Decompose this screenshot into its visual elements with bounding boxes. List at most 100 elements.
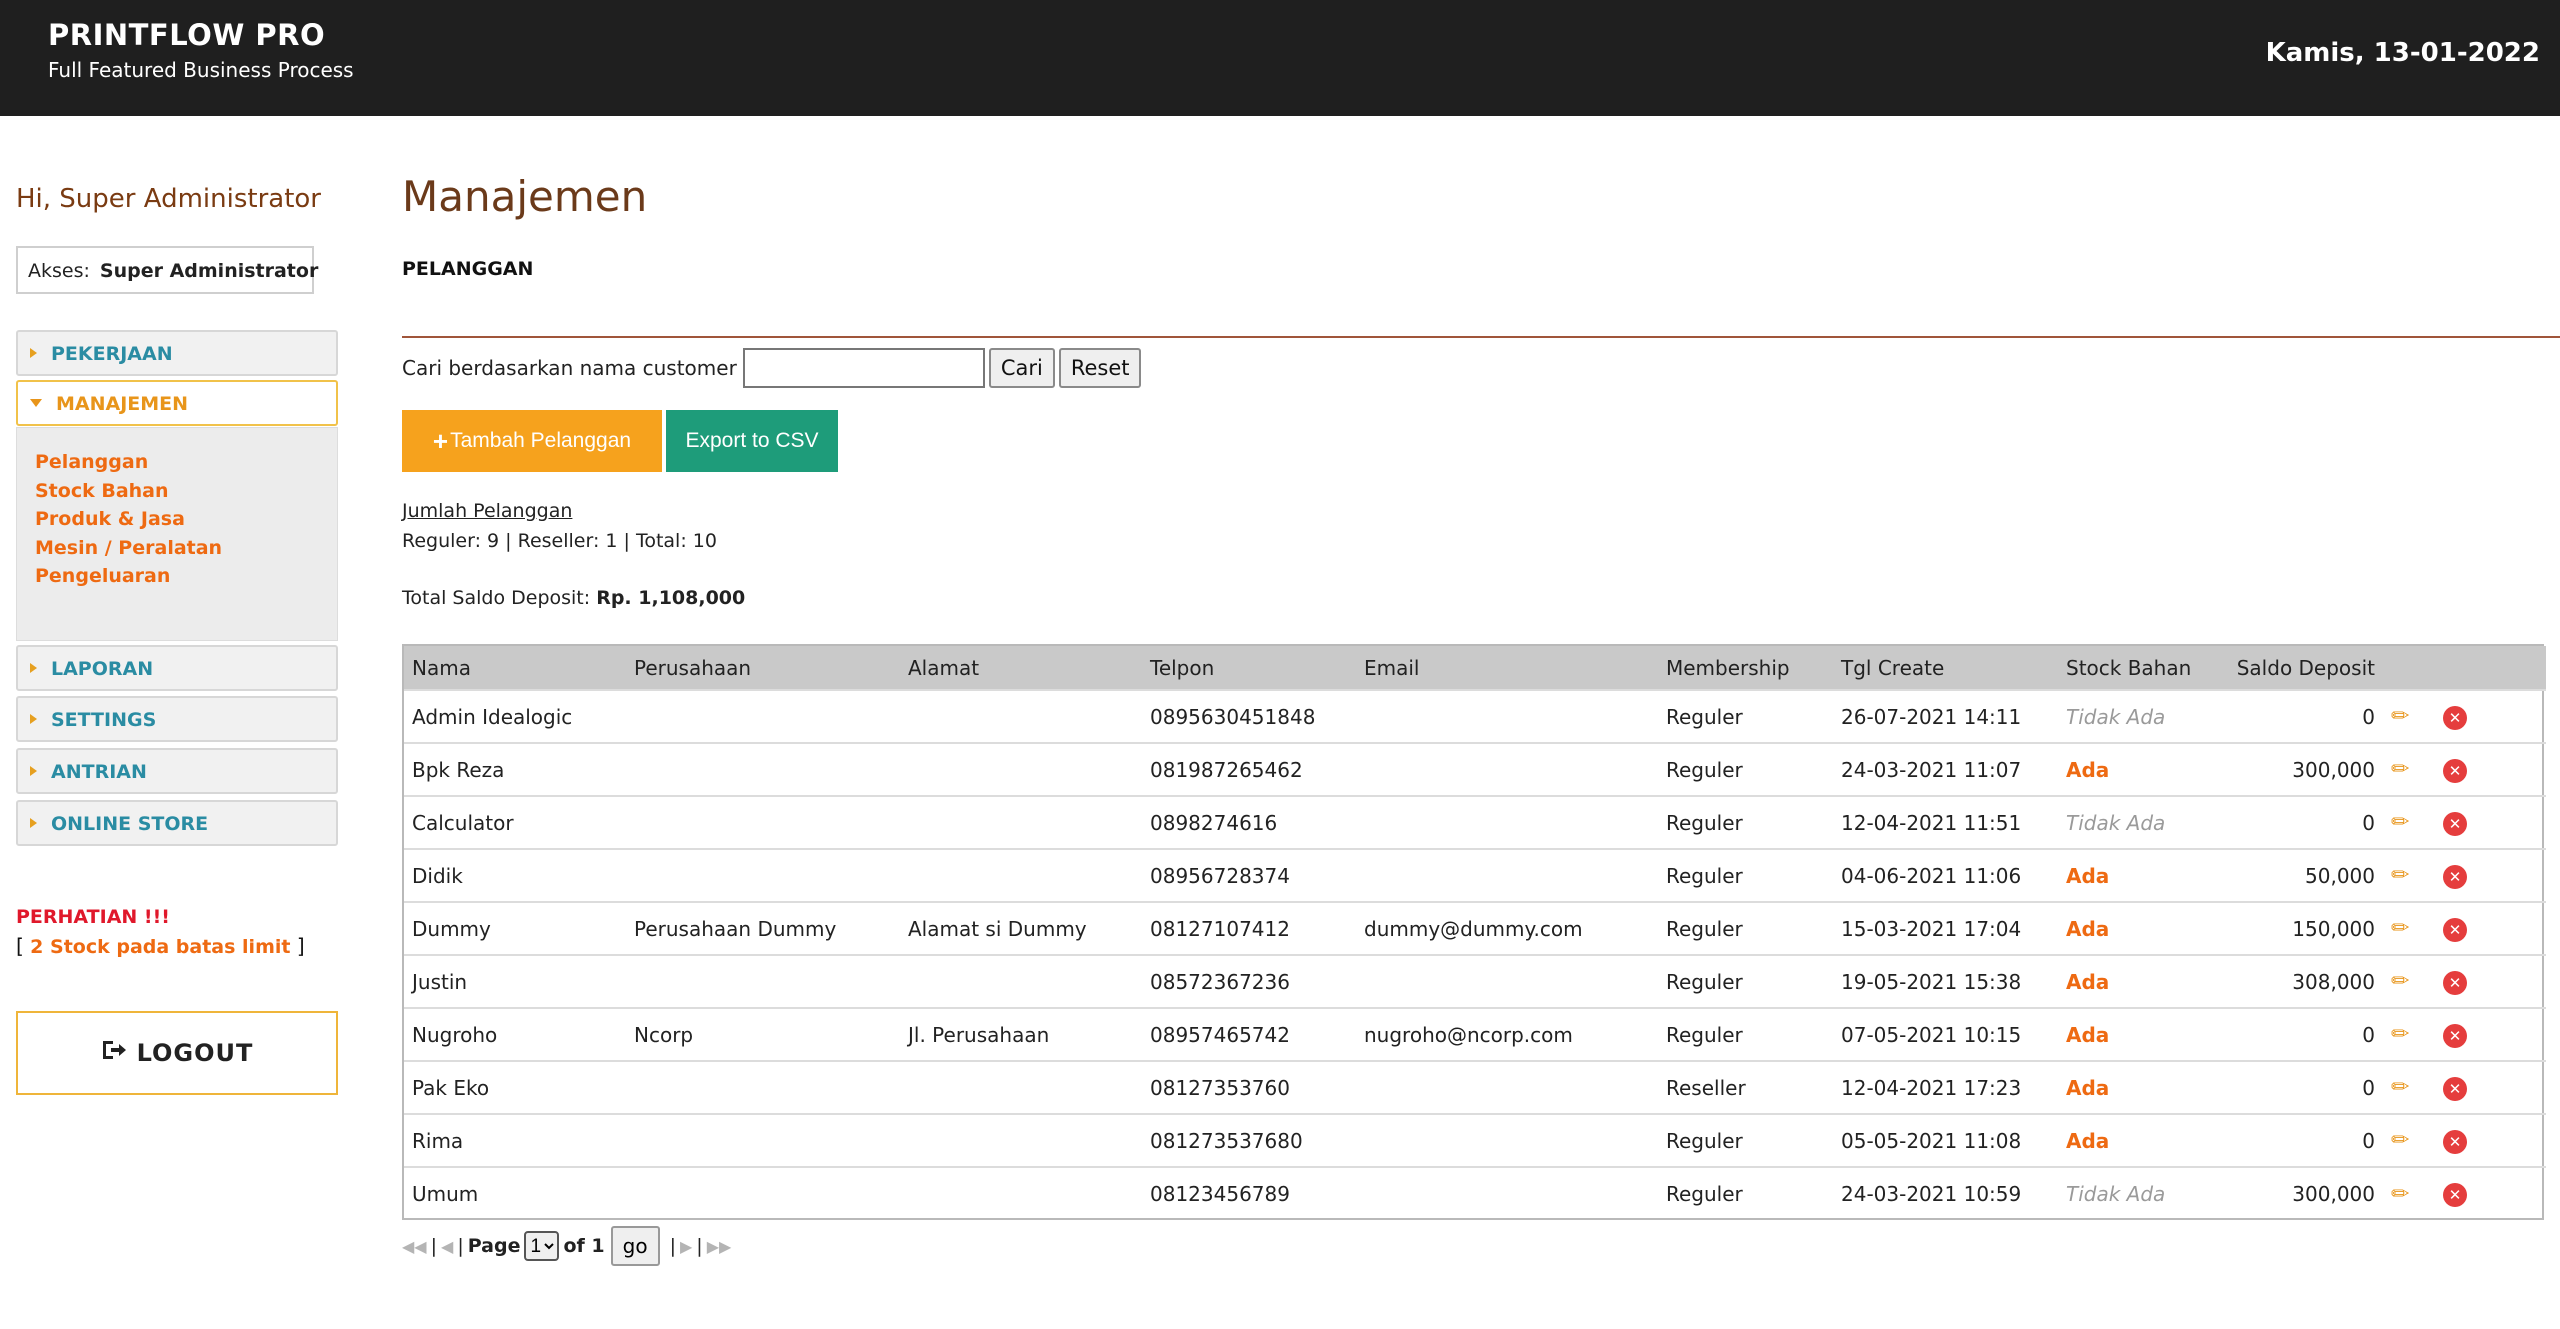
cell-telpon: 08957465742	[1150, 1022, 1290, 1047]
prev-page-icon[interactable]: ◀	[441, 1237, 453, 1256]
cell-saldo: 0	[2362, 704, 2375, 729]
export-csv-button[interactable]: Export to CSV	[666, 410, 838, 472]
menu-pekerjaan[interactable]: PEKERJAAN	[16, 330, 338, 376]
delete-circle-icon[interactable]: ✕	[2443, 811, 2467, 836]
first-page-icon[interactable]: ◀◀	[402, 1237, 427, 1256]
delete-circle-icon[interactable]: ✕	[2443, 917, 2467, 942]
search-row: Cari berdasarkan nama customer Cari Rese…	[402, 346, 1142, 390]
cell-membership: Reguler	[1666, 757, 1743, 782]
submenu-mesin-peralatan[interactable]: Mesin / Peralatan	[35, 534, 319, 563]
cell-telpon: 08123456789	[1150, 1182, 1290, 1206]
table-row: Calculator 0898274616 Reguler 12-04-2021 11…	[404, 796, 2546, 849]
submenu-pelanggan[interactable]: Pelanggan	[35, 448, 319, 477]
column-header: Tgl Create	[1841, 655, 1945, 680]
cell-nama: Didik	[412, 863, 463, 888]
cell-alamat	[900, 1114, 1142, 1167]
cell-nama: Calculator	[412, 810, 514, 835]
delete-circle-icon[interactable]: ✕	[2443, 1076, 2467, 1101]
cell-perusahaan	[626, 1167, 900, 1220]
cell-nama: Bpk Reza	[412, 757, 505, 782]
caret-right-icon	[30, 766, 37, 776]
customer-search-input[interactable]	[742, 348, 985, 388]
go-button[interactable]: go	[610, 1226, 660, 1266]
last-page-icon[interactable]: ▶▶	[707, 1237, 732, 1256]
column-header: Saldo Deposit	[2236, 655, 2375, 680]
logout-icon	[101, 1039, 127, 1067]
user-greeting: Hi, Super Administrator	[16, 184, 321, 214]
cell-perusahaan	[626, 796, 900, 849]
pencil-icon[interactable]: ✏	[2391, 916, 2409, 941]
manajemen-submenu: Pelanggan Stock Bahan Produk & Jasa Mesi…	[16, 427, 338, 641]
add-customer-button[interactable]: + Tambah Pelanggan	[402, 410, 662, 472]
cell-email	[1356, 849, 1658, 902]
delete-circle-icon[interactable]: ✕	[2443, 1183, 2467, 1207]
warning-bracket-open: [	[16, 934, 24, 958]
menu-laporan[interactable]: LAPORAN	[16, 645, 338, 691]
pencil-icon[interactable]: ✏	[2391, 1128, 2409, 1153]
menu-online-store[interactable]: ONLINE STORE	[16, 800, 338, 846]
cell-perusahaan: Perusahaan Dummy	[634, 916, 837, 941]
reset-button[interactable]: Reset	[1058, 348, 1142, 388]
cell-perusahaan: Ncorp	[634, 1022, 694, 1047]
cell-alamat	[900, 849, 1142, 902]
cell-nama: Dummy	[412, 916, 491, 941]
delete-circle-icon[interactable]: ✕	[2443, 1023, 2467, 1048]
column-header: Nama	[412, 655, 471, 680]
cell-alamat: Jl. Perusahaan	[908, 1022, 1050, 1047]
submenu-stock-bahan[interactable]: Stock Bahan	[35, 477, 319, 506]
cell-telpon: 081987265462	[1150, 757, 1303, 782]
table-row: Nugroho Ncorp Jl. Perusahaan 08957465742 nug…	[404, 1008, 2546, 1061]
pencil-icon[interactable]: ✏	[2391, 1075, 2409, 1100]
table-row: Rima 081273537680 Reguler 05-05-2021 11:08 A…	[404, 1114, 2546, 1167]
caret-right-icon	[30, 818, 37, 828]
pencil-icon[interactable]: ✏	[2391, 863, 2409, 888]
delete-circle-icon[interactable]: ✕	[2443, 758, 2467, 783]
cell-telpon: 081273537680	[1150, 1128, 1303, 1153]
logout-button[interactable]: LOGOUT	[16, 1011, 338, 1095]
submenu-pengeluaran[interactable]: Pengeluaran	[35, 562, 319, 591]
menu-settings[interactable]: SETTINGS	[16, 696, 338, 742]
cell-alamat: Alamat si Dummy	[908, 916, 1087, 941]
cell-perusahaan	[626, 1061, 900, 1114]
delete-circle-icon[interactable]: ✕	[2443, 1129, 2467, 1154]
cell-email: nugroho@ncorp.com	[1364, 1022, 1573, 1047]
cell-tgl: 12-04-2021 17:23	[1841, 1075, 2022, 1100]
cell-saldo: 150,000	[2292, 916, 2375, 941]
pencil-icon[interactable]: ✏	[2391, 1022, 2409, 1047]
cell-tgl: 15-03-2021 17:04	[1841, 916, 2022, 941]
cell-stock: Ada	[2066, 863, 2110, 888]
search-label: Cari berdasarkan nama customer	[402, 356, 737, 380]
cell-stock: Tidak Ada	[2066, 704, 2166, 729]
cell-alamat	[900, 796, 1142, 849]
cell-stock: Ada	[2066, 1128, 2110, 1153]
search-button[interactable]: Cari	[988, 348, 1055, 388]
delete-circle-icon[interactable]: ✕	[2443, 705, 2467, 730]
cell-membership: Reguler	[1666, 1182, 1743, 1206]
pencil-icon[interactable]: ✏	[2391, 704, 2409, 729]
column-header: Telpon	[1150, 655, 1215, 680]
pencil-icon[interactable]: ✏	[2391, 757, 2409, 782]
pencil-icon[interactable]: ✏	[2391, 1182, 2409, 1207]
customer-counts: Reguler: 9 | Reseller: 1 | Total: 10	[402, 530, 717, 552]
table-row: Bpk Reza 081987265462 Reguler 24-03-2021 11…	[404, 743, 2546, 796]
submenu-produk-jasa[interactable]: Produk & Jasa	[35, 505, 319, 534]
cell-telpon: 0898274616	[1150, 810, 1278, 835]
pencil-icon[interactable]: ✏	[2391, 969, 2409, 994]
next-page-icon[interactable]: ▶	[680, 1237, 692, 1256]
cell-email	[1356, 1167, 1658, 1220]
cell-tgl: 07-05-2021 10:15	[1841, 1022, 2022, 1047]
menu-label: SETTINGS	[51, 709, 157, 731]
stock-limit-link[interactable]: 2 Stock pada batas limit	[30, 936, 290, 958]
cell-alamat	[900, 1061, 1142, 1114]
menu-antrian[interactable]: ANTRIAN	[16, 748, 338, 794]
menu-manajemen[interactable]: MANAJEMEN	[16, 380, 338, 426]
cell-perusahaan	[626, 690, 900, 743]
cell-nama: Admin Idealogic	[412, 704, 573, 729]
total-deposit-value: Rp. 1,108,000	[596, 587, 746, 609]
delete-circle-icon[interactable]: ✕	[2443, 970, 2467, 995]
page-select[interactable]: 1	[524, 1231, 560, 1261]
cell-tgl: 12-04-2021 11:51	[1841, 810, 2022, 835]
pencil-icon[interactable]: ✏	[2391, 810, 2409, 835]
page-title: Manajemen	[402, 172, 648, 221]
delete-circle-icon[interactable]: ✕	[2443, 864, 2467, 889]
